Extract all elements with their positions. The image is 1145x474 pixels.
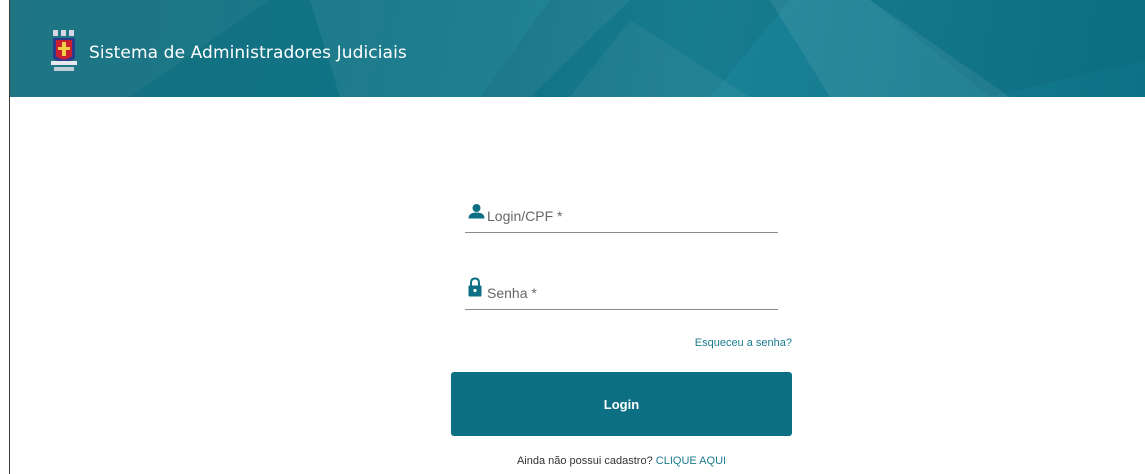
user-icon (468, 204, 485, 219)
login-cpf-input[interactable] (487, 203, 775, 229)
register-text: Ainda não possui cadastro? (516, 455, 653, 467)
lock-icon (468, 277, 482, 297)
forgot-password-link[interactable]: Esqueceu a senha? (682, 337, 792, 349)
password-field (465, 277, 778, 310)
login-button[interactable]: Login (451, 372, 792, 436)
password-input[interactable] (487, 280, 775, 306)
app-header: Sistema de Administradores Judiciais (10, 0, 1145, 97)
login-field (465, 203, 778, 233)
coat-of-arms-logo (51, 30, 77, 71)
register-prompt: Ainda não possui cadastro? CLIQUE AQUI (451, 455, 792, 467)
register-link[interactable]: CLIQUE AQUI (656, 455, 726, 467)
app-title: Sistema de Administradores Judiciais (89, 43, 407, 63)
page-frame: Sistema de Administradores Judiciais Esq… (9, 0, 1145, 474)
